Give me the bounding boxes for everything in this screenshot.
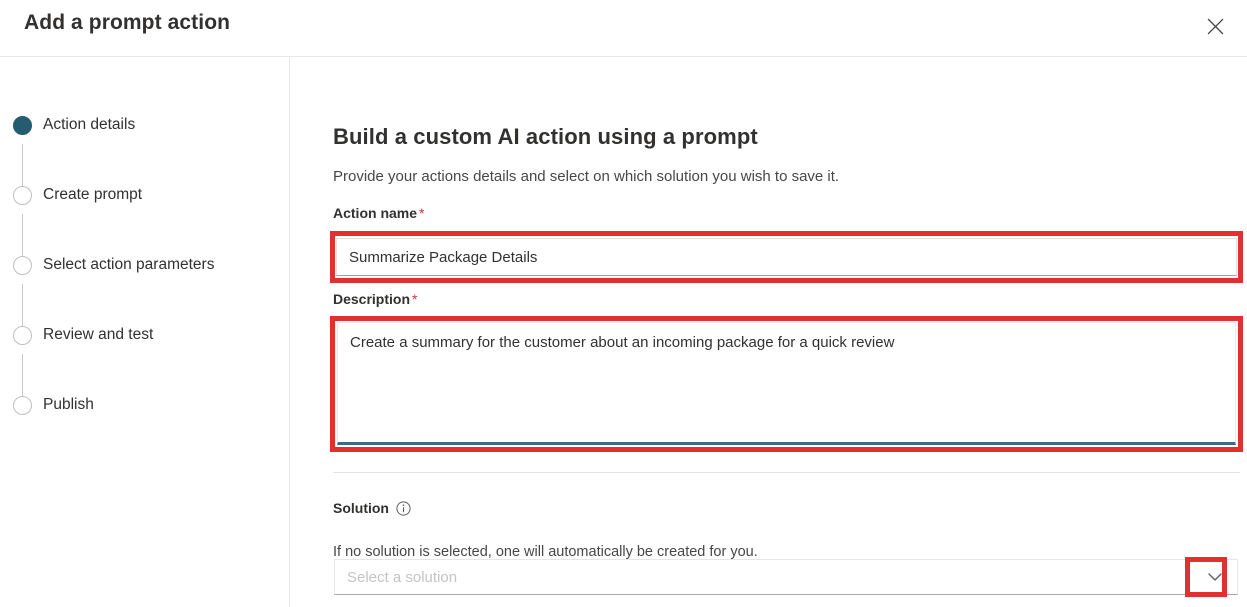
step-label: Publish [43,396,94,413]
wizard-stepper: Action details Create prompt Select acti… [0,58,290,607]
add-prompt-action-dialog: Add a prompt action Action details Creat… [0,0,1247,607]
action-name-input[interactable] [336,238,1237,276]
main-heading: Build a custom AI action using a prompt [333,123,758,149]
description-label-text: Description [333,291,411,307]
step-label: Action details [43,116,136,133]
main-subheading: Provide your actions details and select … [333,168,840,185]
description-label: Description * [333,291,417,307]
solution-dropdown-placeholder: Select a solution [347,568,458,586]
required-indicator: * [412,291,418,307]
step-label: Create prompt [43,186,143,203]
description-textarea[interactable] [337,322,1236,445]
sidebar-item-review-and-test[interactable]: Review and test [13,323,153,347]
sidebar-item-create-prompt[interactable]: Create prompt [13,183,142,207]
chevron-down-icon[interactable] [1201,563,1229,591]
sidebar-item-action-details[interactable]: Action details [13,113,135,137]
step-indicator-empty-icon [13,325,32,345]
info-icon[interactable] [396,500,411,516]
action-name-label: Action name * [333,205,424,221]
solution-dropdown[interactable]: Select a solution [334,559,1238,595]
action-name-label-text: Action name [333,205,418,221]
dialog-header: Add a prompt action [0,0,1247,57]
main-content: Build a custom AI action using a prompt … [291,58,1247,607]
section-divider [333,472,1240,473]
step-indicator-empty-icon [13,185,32,205]
close-icon [1207,18,1224,35]
close-button[interactable] [1195,8,1235,44]
sidebar-item-publish[interactable]: Publish [13,393,94,417]
required-indicator: * [419,205,425,221]
solution-label-text: Solution [333,500,389,516]
step-label: Select action parameters [43,256,215,273]
step-label: Review and test [43,326,154,343]
solution-label: Solution [333,500,411,516]
sidebar-item-select-action-parameters[interactable]: Select action parameters [13,253,214,277]
step-indicator-empty-icon [13,395,32,415]
page-title: Add a prompt action [24,11,231,34]
step-indicator-empty-icon [13,255,32,275]
step-indicator-filled-icon [13,115,32,135]
solution-help-text: If no solution is selected, one will aut… [333,543,758,560]
